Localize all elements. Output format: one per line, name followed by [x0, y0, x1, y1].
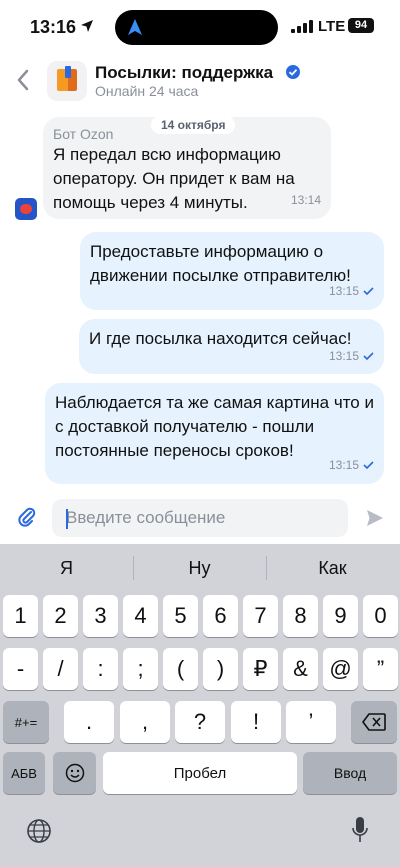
bot-avatar[interactable] — [15, 198, 37, 220]
message-time: 13:15 — [329, 279, 374, 303]
chat-avatar[interactable] — [47, 61, 87, 101]
chat-header: Посылки: поддержка Онлайн 24 часа — [0, 54, 400, 110]
keyboard: Я Ну Как 1 2 3 4 5 6 7 8 9 0 - / : ; ( )… — [0, 544, 400, 867]
key-5[interactable]: 5 — [163, 595, 198, 637]
send-icon[interactable] — [365, 508, 385, 528]
key-at[interactable]: @ — [323, 648, 358, 690]
key-apostrophe[interactable]: ’ — [286, 701, 336, 743]
key-comma[interactable]: , — [120, 701, 170, 743]
key-open-paren[interactable]: ( — [163, 648, 198, 690]
text-cursor — [66, 509, 68, 529]
location-arrow-icon — [81, 20, 93, 32]
message-outgoing[interactable]: Предоставьте информацию о движении посыл… — [80, 232, 384, 310]
message-outgoing[interactable]: И где посылка находится сейчас! 13:15 — [79, 319, 384, 374]
key-exclamation[interactable]: ! — [231, 701, 281, 743]
message-input[interactable] — [52, 499, 348, 537]
key-9[interactable]: 9 — [323, 595, 358, 637]
globe-icon[interactable] — [26, 818, 52, 844]
read-check-icon — [363, 287, 374, 295]
status-bar: 13:16 LTE 94 — [0, 0, 400, 54]
emoji-icon — [65, 763, 84, 783]
read-check-icon — [363, 461, 374, 469]
key-close-paren[interactable]: ) — [203, 648, 238, 690]
backspace-icon — [362, 713, 386, 731]
key-quote[interactable]: ” — [363, 648, 398, 690]
navigation-icon — [128, 19, 142, 35]
message-time: 13:14 — [290, 193, 321, 207]
key-8[interactable]: 8 — [283, 595, 318, 637]
back-chevron-icon[interactable] — [14, 68, 32, 92]
read-check-icon — [363, 352, 374, 360]
key-0[interactable]: 0 — [363, 595, 398, 637]
key-enter[interactable]: Ввод — [303, 752, 397, 794]
key-emoji[interactable] — [53, 752, 96, 794]
key-7[interactable]: 7 — [243, 595, 278, 637]
verified-badge-icon — [286, 65, 300, 79]
message-composer — [0, 492, 400, 544]
message-time: 13:15 — [329, 453, 374, 477]
suggestion-3[interactable]: Как — [266, 558, 399, 579]
key-hyphen[interactable]: - — [3, 648, 38, 690]
dynamic-island — [115, 10, 278, 45]
key-semicolon[interactable]: ; — [123, 648, 158, 690]
key-colon[interactable]: : — [83, 648, 118, 690]
suggestion-1[interactable]: Я — [0, 558, 133, 579]
package-icon — [57, 66, 77, 91]
key-ruble[interactable]: ₽ — [243, 648, 278, 690]
date-separator: 14 октября — [151, 116, 236, 134]
key-period[interactable]: . — [64, 701, 114, 743]
key-space[interactable]: Пробел — [103, 752, 297, 794]
battery-icon: 94 — [348, 18, 374, 33]
key-6[interactable]: 6 — [203, 595, 238, 637]
key-abc[interactable]: АБВ — [3, 752, 45, 794]
key-4[interactable]: 4 — [123, 595, 158, 637]
suggestion-2[interactable]: Ну — [133, 558, 266, 579]
chat-title[interactable]: Посылки: поддержка — [95, 63, 273, 83]
keyboard-suggestions: Я Ну Как — [0, 544, 400, 592]
key-1[interactable]: 1 — [3, 595, 38, 637]
chat-subtitle: Онлайн 24 часа — [95, 83, 199, 99]
microphone-icon[interactable] — [351, 816, 369, 844]
key-symbols-toggle[interactable]: #+= — [3, 701, 49, 743]
message-time: 13:15 — [329, 344, 374, 368]
key-slash[interactable]: / — [43, 648, 78, 690]
status-time: 13:16 — [30, 17, 77, 37]
key-backspace[interactable] — [351, 701, 397, 743]
key-3[interactable]: 3 — [83, 595, 118, 637]
signal-icon — [291, 20, 313, 33]
network-type: LTE — [318, 18, 346, 35]
message-outgoing[interactable]: Наблюдается та же самая картина что и с … — [45, 383, 384, 484]
key-ampersand[interactable]: & — [283, 648, 318, 690]
message-text: Я передал всю информацию оператору. Он п… — [53, 145, 295, 212]
key-2[interactable]: 2 — [43, 595, 78, 637]
key-question[interactable]: ? — [175, 701, 225, 743]
attach-clip-icon[interactable] — [17, 507, 37, 527]
